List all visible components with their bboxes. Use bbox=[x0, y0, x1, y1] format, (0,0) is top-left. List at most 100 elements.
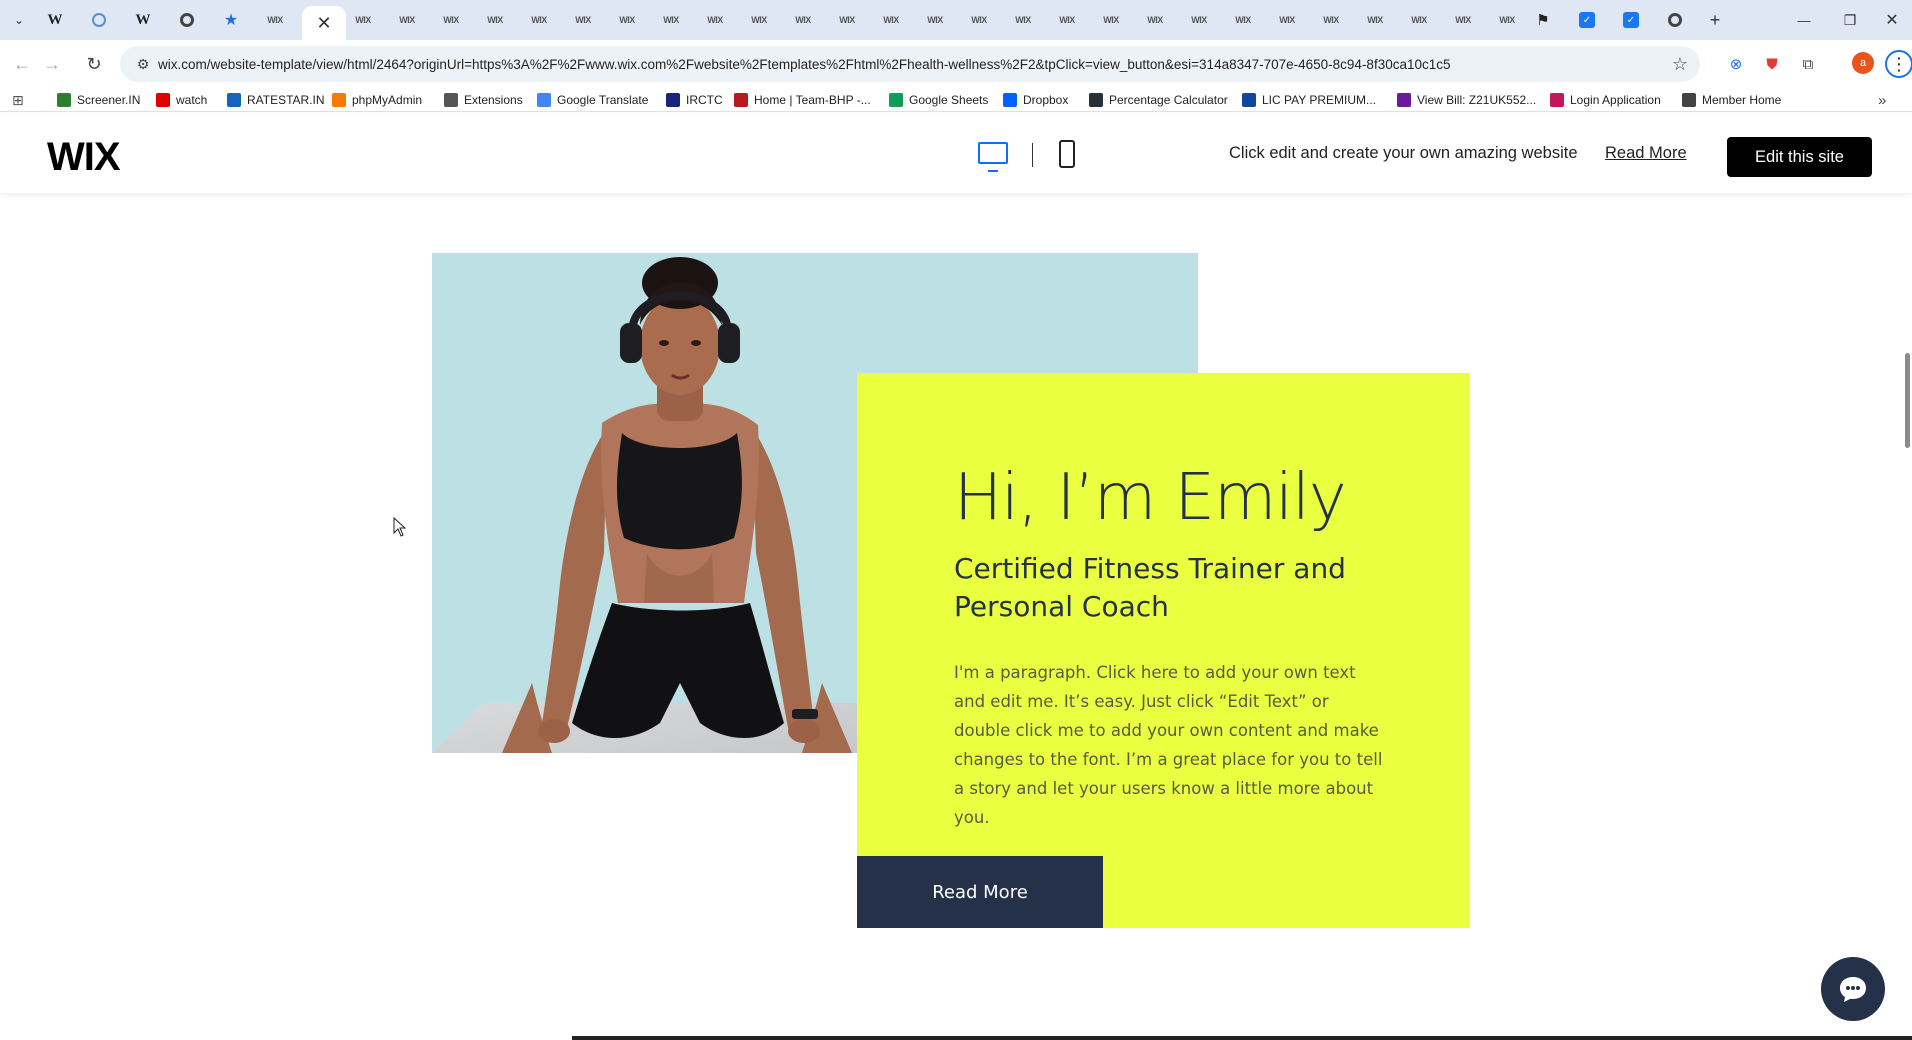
mobile-view-icon[interactable] bbox=[1059, 140, 1075, 168]
tab-wix-20[interactable]: WIX bbox=[1230, 8, 1256, 32]
tab-wix-1[interactable]: WIX bbox=[394, 8, 420, 32]
tab-wix-4[interactable]: WIX bbox=[526, 8, 552, 32]
tab-wix-9[interactable]: WIX bbox=[746, 8, 772, 32]
tab-chrome[interactable] bbox=[174, 8, 200, 32]
reload-button[interactable]: ↻ bbox=[80, 50, 108, 78]
bookmark-item[interactable]: View Bill: Z21UK552... bbox=[1397, 90, 1536, 110]
address-bar[interactable]: ⚙ wix.com/website-template/view/html/246… bbox=[120, 46, 1700, 82]
minimize-button[interactable]: — bbox=[1786, 8, 1822, 32]
wix-tagline: Click edit and create your own amazing w… bbox=[1229, 144, 1578, 162]
puzzle-icon[interactable]: ⧉ bbox=[1796, 52, 1820, 76]
bookmark-star-icon[interactable]: ☆ bbox=[1664, 54, 1696, 75]
tab-wix-11[interactable]: WIX bbox=[834, 8, 860, 32]
bookmark-label: Google Sheets bbox=[909, 93, 989, 107]
arrow-left-icon: ← bbox=[13, 53, 31, 74]
tab-blue-app-2[interactable]: ✓ bbox=[1618, 8, 1644, 32]
wikipedia-icon: W bbox=[47, 11, 63, 28]
tab-blue-app[interactable]: ✓ bbox=[1574, 8, 1600, 32]
forward-button[interactable]: → bbox=[38, 50, 66, 78]
tab-wix-26[interactable]: WIX bbox=[1494, 8, 1520, 32]
bookmark-item[interactable]: Google Translate bbox=[537, 90, 648, 110]
tab-active[interactable]: ✕ bbox=[302, 6, 346, 40]
tab-search-button[interactable]: ⌄ bbox=[6, 8, 32, 32]
tab-chrome-2[interactable] bbox=[1662, 8, 1688, 32]
bookmark-favicon-icon bbox=[1242, 93, 1256, 107]
tab-wix-23[interactable]: WIX bbox=[1362, 8, 1388, 32]
tab-flag[interactable]: ⚑ bbox=[1530, 8, 1556, 32]
new-tab-button[interactable]: + bbox=[1697, 8, 1733, 32]
restore-icon: ❐ bbox=[1843, 11, 1857, 28]
tab-wix-19[interactable]: WIX bbox=[1186, 8, 1212, 32]
tab-wix-5[interactable]: WIX bbox=[570, 8, 596, 32]
shield-icon[interactable]: ⛊ bbox=[1760, 52, 1784, 76]
wix-icon: WIX bbox=[751, 15, 767, 25]
tab-wix-17[interactable]: WIX bbox=[1098, 8, 1124, 32]
bookmark-item[interactable]: LIC PAY PREMIUM... bbox=[1242, 90, 1376, 110]
back-button[interactable]: ← bbox=[8, 50, 36, 78]
browser-tab-strip: ⌄ W W ★ WIX ✕ WIX WIX WIX WIX WIX WIX WIX WIX WI… bbox=[0, 0, 1912, 40]
tab-wix-3[interactable]: WIX bbox=[482, 8, 508, 32]
tab-wix-14[interactable]: WIX bbox=[966, 8, 992, 32]
url-text[interactable]: wix.com/website-template/view/html/2464?… bbox=[158, 57, 1664, 72]
tab-starred[interactable]: ★ bbox=[218, 8, 244, 32]
tab-wix-7[interactable]: WIX bbox=[658, 8, 684, 32]
bookmark-item[interactable]: Dropbox bbox=[1003, 90, 1068, 110]
bookmark-item[interactable]: Percentage Calculator bbox=[1089, 90, 1228, 110]
wix-icon: WIX bbox=[839, 15, 855, 25]
bookmark-item[interactable]: RATESTAR.IN bbox=[227, 90, 325, 110]
app-icon: ✓ bbox=[1579, 12, 1595, 28]
tab-wix-6[interactable]: WIX bbox=[614, 8, 640, 32]
bookmarks-overflow-button[interactable]: » bbox=[1878, 90, 1886, 110]
wix-read-more-link[interactable]: Read More bbox=[1605, 144, 1687, 163]
bookmark-item[interactable]: Extensions bbox=[444, 90, 523, 110]
tab-wix-13[interactable]: WIX bbox=[922, 8, 948, 32]
wix-icon: WIX bbox=[927, 15, 943, 25]
tab-wikipedia[interactable]: W bbox=[42, 8, 68, 32]
bookmark-item[interactable]: Google Sheets bbox=[889, 90, 988, 110]
tab-wix-18[interactable]: WIX bbox=[1142, 8, 1168, 32]
desktop-view-icon[interactable] bbox=[978, 142, 1008, 172]
site-info-icon[interactable]: ⚙ bbox=[128, 56, 158, 73]
tab-wix-8[interactable]: WIX bbox=[702, 8, 728, 32]
browser-toolbar: ← → ↻ ⚙ wix.com/website-template/view/ht… bbox=[0, 40, 1912, 88]
wix-icon: WIX bbox=[443, 15, 459, 25]
tab-wix-25[interactable]: WIX bbox=[1450, 8, 1476, 32]
profile-avatar[interactable]: a bbox=[1852, 52, 1874, 74]
edit-this-site-button[interactable]: Edit this site bbox=[1727, 137, 1872, 177]
wix-logo[interactable]: WIX bbox=[47, 135, 121, 180]
tab-wix-15[interactable]: WIX bbox=[1010, 8, 1036, 32]
tab-globe[interactable] bbox=[86, 8, 112, 32]
bookmark-item[interactable]: IRCTC bbox=[666, 90, 723, 110]
tab-wix-12[interactable]: WIX bbox=[878, 8, 904, 32]
tab-wix-10[interactable]: WIX bbox=[790, 8, 816, 32]
chat-button[interactable] bbox=[1821, 957, 1885, 1021]
bookmark-item[interactable]: Member Home bbox=[1682, 90, 1781, 110]
bookmark-item[interactable]: Screener.IN bbox=[57, 90, 140, 110]
tab-wix-24[interactable]: WIX bbox=[1406, 8, 1432, 32]
wix-icon: WIX bbox=[1147, 15, 1163, 25]
tab-wix-16[interactable]: WIX bbox=[1054, 8, 1080, 32]
page-scrollbar[interactable] bbox=[1905, 353, 1910, 448]
bookmark-item[interactable]: watch bbox=[156, 90, 207, 110]
tab-wix[interactable]: WIX bbox=[262, 8, 288, 32]
tab-wix-2[interactable]: WIX bbox=[438, 8, 464, 32]
tab-wix-21[interactable]: WIX bbox=[1274, 8, 1300, 32]
tab-wikipedia-2[interactable]: W bbox=[130, 8, 156, 32]
template-page: Hi, I’m Emily Certified Fitness Trainer … bbox=[0, 193, 1912, 1040]
bookmark-item[interactable]: phpMyAdmin bbox=[332, 90, 422, 110]
menu-icon[interactable]: ⋮ bbox=[1885, 50, 1912, 78]
window-close-button[interactable]: ✕ bbox=[1874, 8, 1910, 32]
extension-icon[interactable]: ⊗ bbox=[1724, 52, 1748, 76]
bookmark-item[interactable]: Login Application bbox=[1550, 90, 1661, 110]
apps-grid-icon[interactable]: ⊞ bbox=[12, 90, 24, 110]
tab-wix-22[interactable]: WIX bbox=[1318, 8, 1344, 32]
tab-wix-0[interactable]: WIX bbox=[350, 8, 376, 32]
wix-icon: WIX bbox=[267, 15, 283, 25]
star-icon: ★ bbox=[223, 12, 239, 29]
close-icon[interactable]: ✕ bbox=[316, 13, 331, 34]
hero-read-more-button[interactable]: Read More bbox=[857, 856, 1103, 928]
restore-button[interactable]: ❐ bbox=[1832, 8, 1868, 32]
bookmark-label: Member Home bbox=[1702, 93, 1782, 107]
wix-icon: WIX bbox=[1499, 15, 1515, 25]
bookmark-item[interactable]: Home | Team-BHP -... bbox=[734, 90, 871, 110]
